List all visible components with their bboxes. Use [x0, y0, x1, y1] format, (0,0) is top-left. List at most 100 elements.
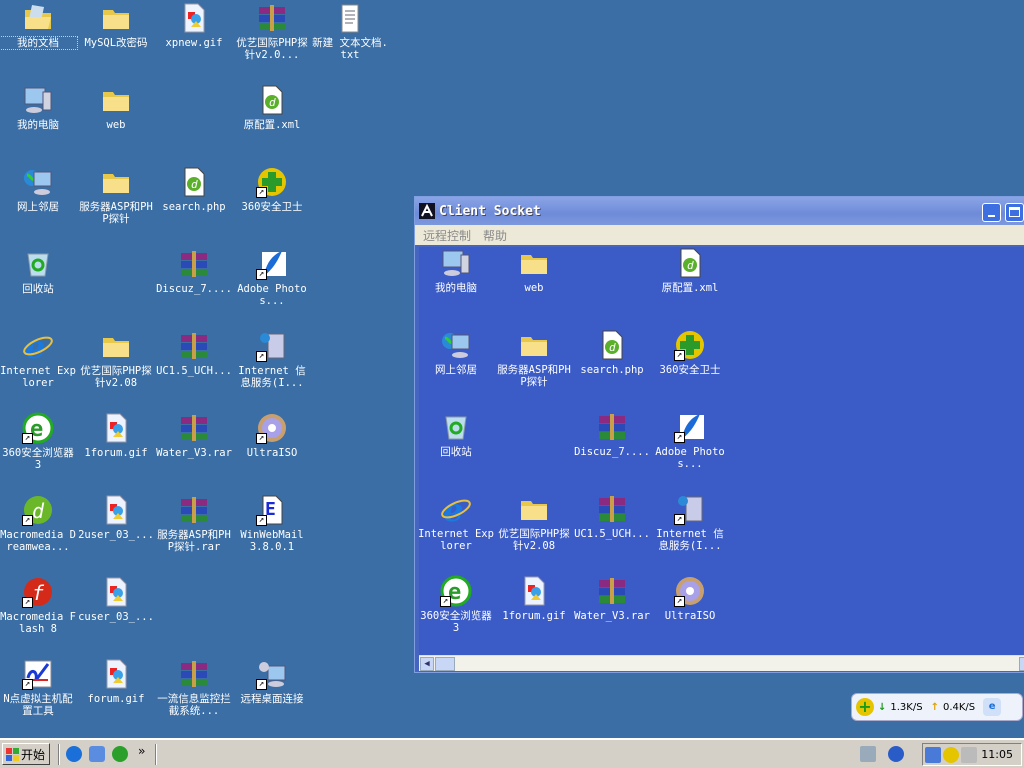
desktop-icon[interactable]: 回收站: [419, 411, 495, 458]
desktop-icon[interactable]: xpnew.gif: [155, 2, 233, 49]
folder-icon: [518, 493, 550, 525]
desktop-icon[interactable]: d ↗ Macromedia Dreamwea...: [0, 494, 77, 553]
desktop-icon[interactable]: 回收站: [0, 248, 77, 295]
desktop-icon[interactable]: UC1.5_UCH...: [573, 493, 651, 540]
server-tray-icon[interactable]: [961, 747, 977, 763]
network-speed-widget[interactable]: + ↓ 1.3K/S ↑ 0.4K/S e: [851, 693, 1023, 721]
desktop-icon[interactable]: 优艺国际PHP探针v2.0...: [233, 2, 311, 61]
desktop-icon[interactable]: 我的电脑: [419, 247, 495, 294]
desktop-icon[interactable]: 2user_03_...: [77, 494, 155, 541]
quicklaunch-more-chevron[interactable]: »: [138, 744, 145, 758]
desktop-icon[interactable]: ↗ 360安全卫士: [233, 166, 311, 213]
dw-icon: d: [178, 166, 210, 198]
desktop-icon[interactable]: 我的电脑: [0, 84, 77, 131]
desktop-icon[interactable]: Discuz_7....: [573, 411, 651, 458]
desktop-icon[interactable]: MySQL改密码: [77, 2, 155, 49]
desktop-icon[interactable]: d 原配置.xml: [651, 247, 729, 294]
desktop-icon[interactable]: web: [495, 247, 573, 294]
desktop-icon[interactable]: Discuz_7....: [155, 248, 233, 295]
shortcut-arrow-icon: ↗: [674, 514, 685, 525]
desktop-icon[interactable]: d 原配置.xml: [233, 84, 311, 131]
desktop-icon[interactable]: ↗ Internet 信息服务(I...: [651, 493, 729, 552]
desktop-icon[interactable]: ↗ Adobe Photos...: [233, 248, 311, 307]
ie-icon: e: [440, 491, 472, 529]
desktop-icon[interactable]: 网上邻居: [0, 166, 77, 213]
desktop-icon[interactable]: ↗ Internet 信息服务(I...: [233, 330, 311, 389]
desktop-icon[interactable]: UC1.5_UCH...: [155, 330, 233, 377]
desktop-icon[interactable]: e Internet Explorer: [0, 328, 77, 389]
quicklaunch-ie-icon[interactable]: [66, 746, 82, 762]
desktop-icon[interactable]: 网上邻居: [419, 329, 495, 376]
desktop-icon[interactable]: ↗ 360安全卫士: [651, 329, 729, 376]
upload-arrow-icon: ↑: [930, 701, 939, 713]
folder-icon: [518, 247, 550, 279]
desktop-icon[interactable]: d search.php: [155, 166, 233, 213]
minimize-button[interactable]: [982, 203, 1001, 222]
desktop-icon[interactable]: 服务器ASP和PHP探针: [77, 166, 155, 225]
desktop-icon[interactable]: ↗ UltraISO: [233, 412, 311, 459]
maximize-button[interactable]: [1005, 203, 1024, 222]
icon-label: forum.gif: [87, 693, 145, 705]
360-tray-icon[interactable]: [943, 747, 959, 763]
desktop-icon[interactable]: ↗ 远程桌面连接: [233, 658, 311, 705]
desktop-icon[interactable]: 我的文档: [0, 2, 78, 50]
icon-label: Discuz_7....: [574, 446, 650, 458]
network-tray-icon[interactable]: [925, 747, 941, 763]
help-icon[interactable]: [888, 746, 904, 762]
desktop-icon[interactable]: 优艺国际PHP探针v2.08: [495, 493, 573, 552]
ie-icon[interactable]: e: [983, 698, 1002, 716]
desktop-icon[interactable]: Water_V3.rar: [573, 575, 651, 622]
desktop-icon[interactable]: 1forum.gif: [495, 575, 573, 622]
scroll-right-button[interactable]: [1019, 657, 1024, 671]
quicklaunch-360browser-icon[interactable]: [112, 746, 128, 762]
desktop-icon[interactable]: 一流信息监控拦截系统...: [155, 658, 233, 717]
desktop-icon[interactable]: cuser_03_...: [77, 576, 155, 623]
desktop-icon[interactable]: 服务器ASP和PHP探针: [495, 329, 573, 388]
desktop-icon[interactable]: 新建 文本文档.txt: [311, 2, 389, 61]
title-bar[interactable]: Client Socket: [415, 197, 1024, 225]
icon-label: search.php: [162, 201, 226, 213]
desktop-icon[interactable]: f ↗ Macromedia Flash 8: [0, 576, 77, 635]
taskbar: 开始 » 11:05: [0, 738, 1024, 768]
remote-screen-view[interactable]: 我的电脑 web d 原配置.xml 网上邻居 服务器ASP和PHP探针 d search.p…: [419, 247, 1024, 655]
window-title: Client Socket: [439, 203, 541, 219]
desktop-icon[interactable]: forum.gif: [77, 658, 155, 705]
icon-label: cuser_03_...: [78, 611, 154, 623]
rar-icon: [596, 411, 628, 443]
menu-remote-control[interactable]: 远程控制: [423, 227, 471, 244]
desktop-icon[interactable]: E ↗ WinWebMail 3.8.0.1: [233, 494, 311, 553]
icon-label: N点虚拟主机配置工具: [3, 693, 73, 717]
quicklaunch-outlook-icon[interactable]: [89, 746, 105, 762]
desktop-icon[interactable]: 优艺国际PHP探针v2.08: [77, 330, 155, 389]
rar-icon: [178, 330, 210, 362]
gif-icon: [100, 412, 132, 444]
shortcut-arrow-icon: ↗: [256, 433, 267, 444]
shortcut-arrow-icon: ↗: [22, 433, 33, 444]
horizontal-scrollbar[interactable]: ◀: [419, 655, 1024, 671]
start-button[interactable]: 开始: [2, 743, 50, 765]
scroll-thumb[interactable]: [435, 657, 455, 671]
rar-icon: [256, 2, 288, 34]
gif-icon: [100, 576, 132, 608]
desktop-icon[interactable]: ↗ Adobe Photos...: [651, 411, 729, 470]
shortcut-arrow-icon: ↗: [256, 351, 267, 362]
keyboard-icon[interactable]: [860, 746, 876, 762]
desktop-icon[interactable]: ↗ UltraISO: [651, 575, 729, 622]
svg-text:d: d: [191, 178, 198, 191]
clock[interactable]: 11:05: [981, 748, 1013, 761]
desktop-icon[interactable]: Water_V3.rar: [155, 412, 233, 459]
desktop-icon[interactable]: 服务器ASP和PHP探针.rar: [155, 494, 233, 553]
download-speed: 1.3K/S: [890, 701, 923, 713]
desktop-icon[interactable]: 1forum.gif: [77, 412, 155, 459]
desktop-icon[interactable]: e Internet Explorer: [419, 491, 495, 552]
network-icon: [440, 329, 472, 361]
scroll-left-button[interactable]: ◀: [420, 657, 434, 671]
gif-icon: [518, 575, 550, 607]
desktop-icon[interactable]: ↗ N点虚拟主机配置工具: [0, 658, 77, 717]
menu-help[interactable]: 帮助: [483, 227, 507, 244]
system-tray: 11:05: [922, 743, 1022, 766]
desktop-icon[interactable]: web: [77, 84, 155, 131]
desktop-icon[interactable]: e ↗ 360安全浏览器 3: [419, 575, 495, 634]
desktop-icon[interactable]: d search.php: [573, 329, 651, 376]
desktop-icon[interactable]: e ↗ 360安全浏览器 3: [0, 412, 77, 471]
